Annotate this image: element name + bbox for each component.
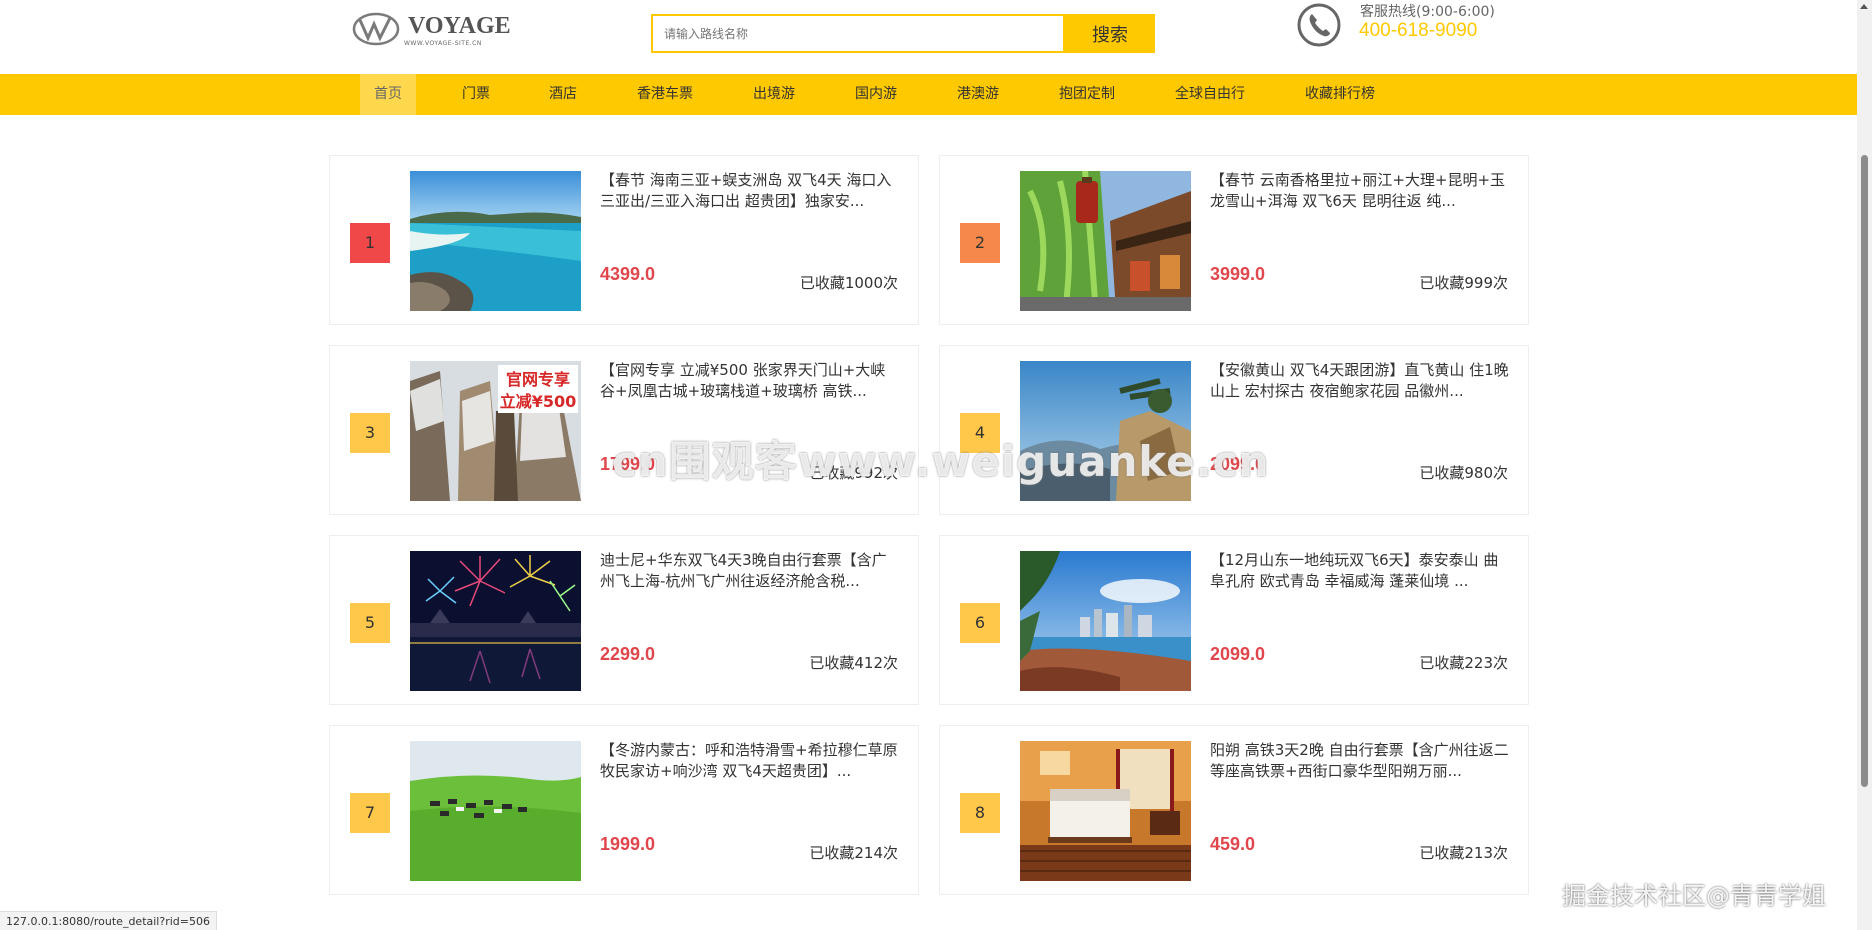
favorite-count: 已收藏980次 [1419, 464, 1508, 482]
nav-item-domestic[interactable]: 国内游 [855, 74, 897, 115]
route-card[interactable]: 5 迪士尼+华东双飞4天3晚自由行套票【含广州飞上海-杭州飞广州往返经济舱含税.… [329, 535, 919, 705]
route-price: 4399.0 [600, 264, 656, 284]
nav-item-hk-macau[interactable]: 港澳游 [957, 74, 999, 115]
route-price: 2099.0 [1210, 644, 1266, 664]
route-image-hotel-room[interactable] [1020, 741, 1191, 881]
rank-badge: 7 [350, 793, 390, 833]
promo-badge-line2: 立减¥500 [500, 392, 577, 411]
route-card[interactable]: 8 阳朔 高铁3天2晚 自由行套票【含广州往返二等座高铁票+西街口豪华型阳朔万丽… [939, 725, 1529, 895]
vertical-scrollbar[interactable] [1857, 0, 1872, 930]
route-title[interactable]: 【冬游内蒙古：呼和浩特滑雪+希拉穆仁草原牧民家访+响沙湾 双飞4天超贵团】... [600, 740, 900, 782]
scroll-up-arrow-icon[interactable] [1860, 4, 1868, 9]
route-card[interactable]: 2 【春节 云南香格里拉+丽江+大理+昆明+玉龙雪山+洱海 双飞6天 昆明往返 … [939, 155, 1529, 325]
route-title[interactable]: 阳朔 高铁3天2晚 自由行套票【含广州往返二等座高铁票+西街口豪华型阳朔万丽..… [1210, 740, 1510, 782]
logo[interactable]: VOYAGE WWW.VOYAGE-SITE.CN [352, 10, 511, 48]
nav-item-custom-group[interactable]: 抱团定制 [1059, 74, 1115, 115]
page: VOYAGE WWW.VOYAGE-SITE.CN 搜索 客服热线(9:00-6… [0, 0, 1872, 930]
nav-item-tickets[interactable]: 门票 [462, 74, 490, 115]
route-image-snowy-mountains[interactable]: 官网专享 立减¥500 [410, 361, 581, 501]
route-image-tropical-beach[interactable] [410, 171, 581, 311]
favorite-count: 已收藏214次 [809, 844, 898, 862]
route-card[interactable]: 6 【12月山东一地纯玩双飞6天】泰安泰山 曲阜孔府 欧式青岛 幸福威海 蓬莱仙… [939, 535, 1529, 705]
route-card[interactable]: 1 【春节 海南三亚+蜈支洲岛 双飞4天 海口入三亚出/三亚入海口出 超贵团】独… [329, 155, 919, 325]
logo-text: VOYAGE [408, 13, 511, 39]
search-box [651, 14, 1065, 53]
route-price: 2299.0 [600, 644, 656, 664]
search-input[interactable] [653, 16, 1063, 51]
nav-item-favorites-rank[interactable]: 收藏排行榜 [1305, 74, 1375, 115]
route-title[interactable]: 迪士尼+华东双飞4天3晚自由行套票【含广州飞上海-杭州飞广州往返经济舱含税... [600, 550, 900, 592]
rank-badge: 8 [960, 793, 1000, 833]
route-card[interactable]: 7 【冬游内蒙古：呼和浩特滑雪+希拉穆仁草原牧民家访+响沙湾 双飞4天超贵团】.… [329, 725, 919, 895]
route-image-fireworks[interactable] [410, 551, 581, 691]
hotline-label: 客服热线(9:00-6:00) [1360, 4, 1495, 20]
rank-badge: 1 [350, 223, 390, 263]
nav-item-home[interactable]: 首页 [360, 74, 416, 115]
nav-item-outbound[interactable]: 出境游 [753, 74, 795, 115]
rank-badge: 2 [960, 223, 1000, 263]
nav-item-hotels[interactable]: 酒店 [549, 74, 577, 115]
favorite-count: 已收藏213次 [1419, 844, 1508, 862]
favorite-count: 已收藏1000次 [799, 274, 898, 292]
search-button[interactable]: 搜索 [1065, 14, 1155, 53]
rank-badge: 6 [960, 603, 1000, 643]
route-title[interactable]: 【12月山东一地纯玩双飞6天】泰安泰山 曲阜孔府 欧式青岛 幸福威海 蓬莱仙境 … [1210, 550, 1510, 592]
rank-badge: 5 [350, 603, 390, 643]
watermark: cn围观客www.weiguanke.cn [612, 437, 1270, 486]
main-nav: 首页 门票 酒店 香港车票 出境游 国内游 港澳游 抱团定制 全球自由行 收藏排… [0, 74, 1857, 115]
route-image-coastal-city[interactable] [1020, 551, 1191, 691]
logo-subtext: WWW.VOYAGE-SITE.CN [404, 40, 482, 47]
route-title[interactable]: 【安徽黄山 双飞4天跟团游】直飞黄山 住1晚山上 宏村探古 夜宿鲍家花园 品徽州… [1210, 360, 1510, 402]
promo-badge-line1: 官网专享 [506, 370, 570, 389]
favorite-count: 已收藏412次 [809, 654, 898, 672]
logo-emblem-icon [352, 12, 400, 46]
hotline-number: 400-618-9090 [1359, 20, 1478, 41]
phone-icon [1297, 3, 1341, 47]
scrollbar-thumb[interactable] [1861, 155, 1868, 787]
nav-item-global-free[interactable]: 全球自由行 [1175, 74, 1245, 115]
rank-badge: 3 [350, 413, 390, 453]
route-image-old-town-lantern[interactable] [1020, 171, 1191, 311]
status-bar-url: 127.0.0.1:8080/route_detail?rid=506 [0, 911, 217, 930]
header: VOYAGE WWW.VOYAGE-SITE.CN 搜索 客服热线(9:00-6… [0, 0, 1857, 74]
favorite-count: 已收藏999次 [1419, 274, 1508, 292]
route-title[interactable]: 【春节 海南三亚+蜈支洲岛 双飞4天 海口入三亚出/三亚入海口出 超贵团】独家安… [600, 170, 900, 212]
nav-item-hk-bus[interactable]: 香港车票 [637, 74, 693, 115]
route-image-grassland-cattle[interactable] [410, 741, 581, 881]
route-title[interactable]: 【春节 云南香格里拉+丽江+大理+昆明+玉龙雪山+洱海 双飞6天 昆明往返 纯.… [1210, 170, 1510, 212]
route-price: 1999.0 [600, 834, 656, 854]
favorite-count: 已收藏223次 [1419, 654, 1508, 672]
route-price: 3999.0 [1210, 264, 1266, 284]
route-title[interactable]: 【官网专享 立减¥500 张家界天门山+大峡谷+凤凰古城+玻璃栈道+玻璃桥 高铁… [600, 360, 900, 402]
corner-watermark: 掘金技术社区@青青学姐 [1562, 882, 1826, 910]
route-price: 459.0 [1210, 834, 1256, 854]
